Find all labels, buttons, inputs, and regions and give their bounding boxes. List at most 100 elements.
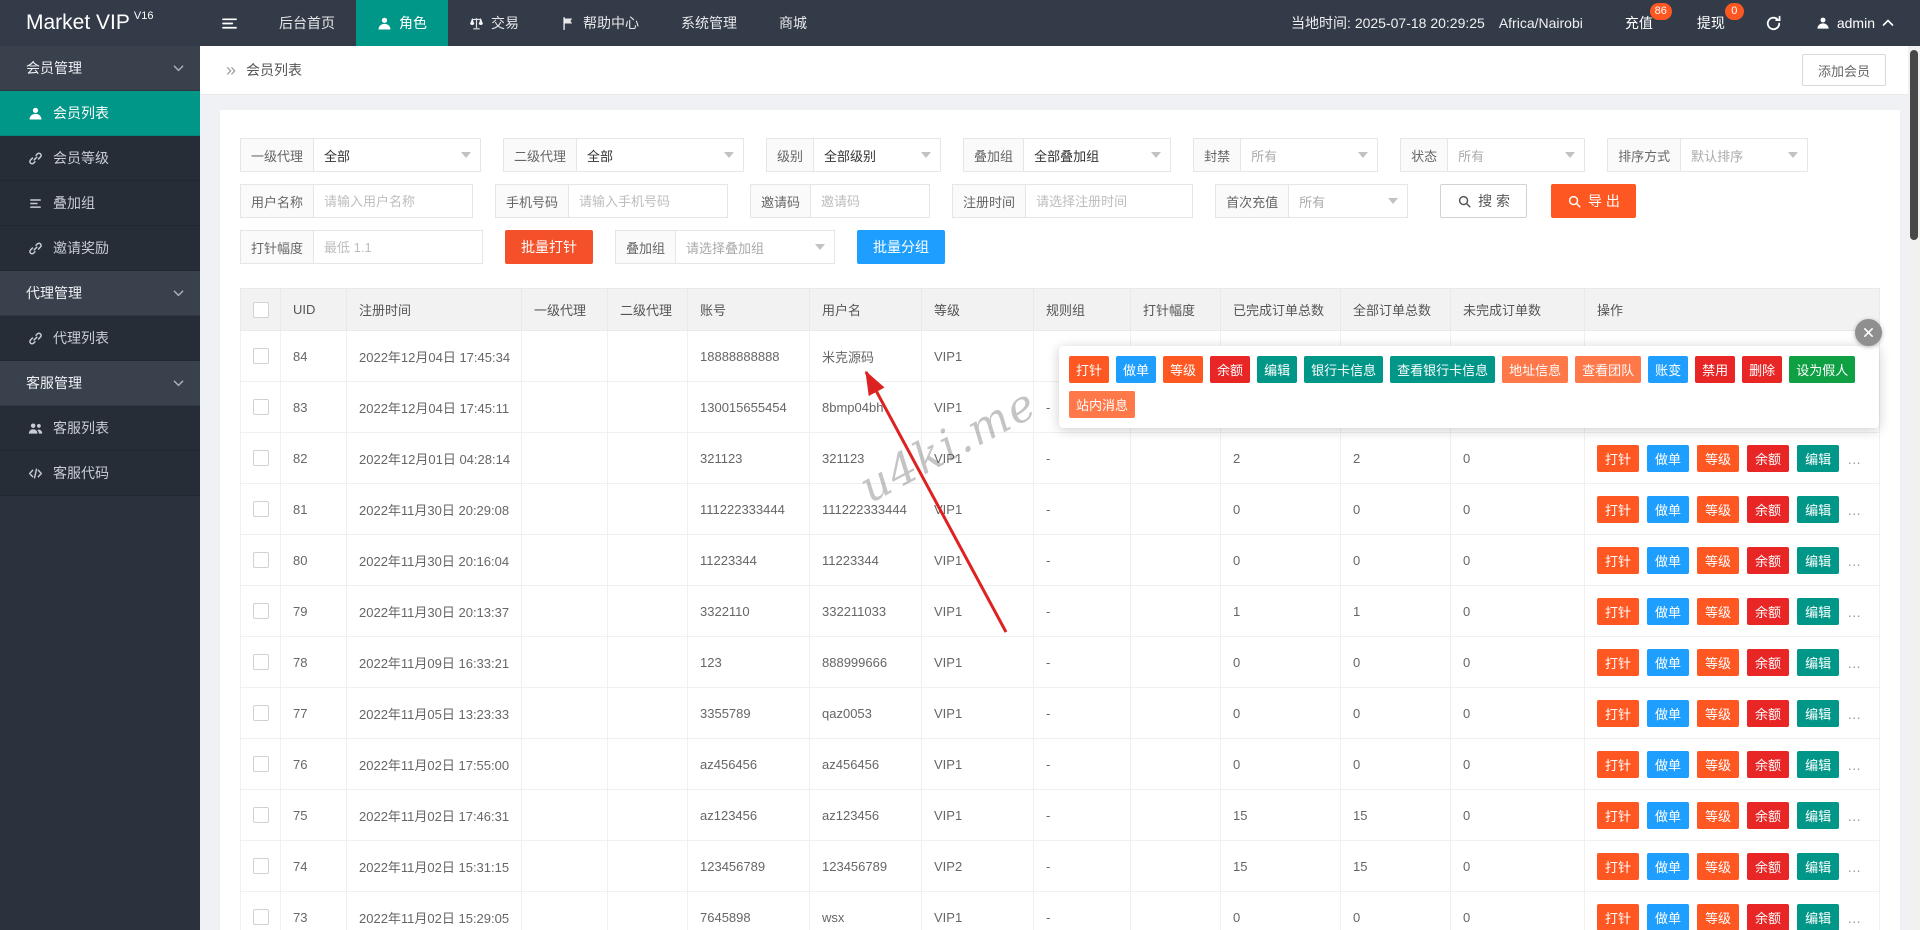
register-time-filter-input[interactable]	[1025, 184, 1194, 218]
hamburger-icon[interactable]	[200, 0, 258, 46]
popup-action-编辑[interactable]: 编辑	[1257, 356, 1298, 383]
filter-select-排序方式[interactable]: 默认排序	[1680, 138, 1809, 172]
sidebar-group-会员管理[interactable]: 会员管理	[0, 46, 200, 91]
row-action-打针[interactable]: 打针	[1597, 903, 1640, 930]
row-action-等级[interactable]: 等级	[1697, 903, 1740, 930]
row-action-等级[interactable]: 等级	[1697, 597, 1740, 625]
sidebar-group-代理管理[interactable]: 代理管理	[0, 271, 200, 316]
row-action-打针[interactable]: 打针	[1597, 597, 1640, 625]
row-checkbox[interactable]	[252, 501, 269, 518]
row-more-actions[interactable]: …	[1847, 553, 1863, 569]
sidebar-item-叠加组[interactable]: 叠加组	[0, 181, 200, 226]
row-action-打针[interactable]: 打针	[1597, 801, 1640, 829]
row-action-打针[interactable]: 打针	[1597, 495, 1640, 523]
row-action-打针[interactable]: 打针	[1597, 444, 1640, 472]
row-action-余额[interactable]: 余额	[1747, 801, 1790, 829]
row-action-做单[interactable]: 做单	[1647, 699, 1690, 727]
row-more-actions[interactable]: …	[1847, 604, 1863, 620]
sidebar-item-会员等级[interactable]: 会员等级	[0, 136, 200, 181]
withdraw-button[interactable]: 提现 0	[1675, 0, 1747, 46]
popup-action-账变[interactable]: 账变	[1648, 356, 1689, 383]
row-action-做单[interactable]: 做单	[1647, 546, 1690, 574]
export-button[interactable]: 导 出	[1550, 184, 1636, 218]
row-checkbox[interactable]	[252, 807, 269, 824]
filter-select-二级代理[interactable]: 全部	[576, 138, 745, 172]
admin-menu[interactable]: admin	[1800, 0, 1920, 46]
row-action-余额[interactable]: 余额	[1747, 597, 1790, 625]
row-action-做单[interactable]: 做单	[1647, 750, 1690, 778]
add-member-button[interactable]: 添加会员	[1801, 54, 1886, 86]
row-action-编辑[interactable]: 编辑	[1797, 903, 1840, 930]
row-action-做单[interactable]: 做单	[1647, 903, 1690, 930]
sidebar-item-客服代码[interactable]: 客服代码	[0, 451, 200, 496]
filter-select-叠加组[interactable]: 全部叠加组	[1023, 138, 1172, 172]
sidebar-item-客服列表[interactable]: 客服列表	[0, 406, 200, 451]
popup-action-站内消息[interactable]: 站内消息	[1069, 391, 1136, 418]
row-action-余额[interactable]: 余额	[1747, 750, 1790, 778]
filter-select-首次充值[interactable]: 所有	[1288, 184, 1409, 218]
row-action-编辑[interactable]: 编辑	[1797, 852, 1840, 880]
row-action-打针[interactable]: 打针	[1597, 750, 1640, 778]
popup-action-余额[interactable]: 余额	[1210, 356, 1251, 383]
close-icon[interactable]	[1855, 319, 1882, 346]
popup-action-地址信息[interactable]: 地址信息	[1502, 356, 1569, 383]
row-checkbox[interactable]	[252, 348, 269, 365]
row-action-编辑[interactable]: 编辑	[1797, 699, 1840, 727]
invite-code-filter-input[interactable]	[810, 184, 931, 218]
top-menu-item-2[interactable]: 角色	[356, 0, 448, 46]
filter-select-状态[interactable]: 所有	[1447, 138, 1586, 172]
row-action-等级[interactable]: 等级	[1697, 648, 1740, 676]
popup-action-删除[interactable]: 删除	[1742, 356, 1783, 383]
row-action-打针[interactable]: 打针	[1597, 648, 1640, 676]
row-action-做单[interactable]: 做单	[1647, 597, 1690, 625]
row-action-余额[interactable]: 余额	[1747, 852, 1790, 880]
popup-action-做单[interactable]: 做单	[1116, 356, 1157, 383]
popup-action-打针[interactable]: 打针	[1069, 356, 1110, 383]
row-checkbox[interactable]	[252, 603, 269, 620]
row-action-余额[interactable]: 余额	[1747, 495, 1790, 523]
filter-select-级别[interactable]: 全部级别	[813, 138, 942, 172]
row-action-余额[interactable]: 余额	[1747, 699, 1790, 727]
sidebar-item-邀请奖励[interactable]: 邀请奖励	[0, 226, 200, 271]
top-menu-item-3[interactable]: 交易	[448, 0, 540, 46]
search-button[interactable]: 搜 索	[1440, 184, 1527, 218]
row-action-等级[interactable]: 等级	[1697, 546, 1740, 574]
scrollbar-thumb[interactable]	[1910, 50, 1918, 240]
popup-action-银行卡信息[interactable]: 银行卡信息	[1304, 356, 1384, 383]
inject-range-input[interactable]	[313, 230, 484, 264]
row-action-等级[interactable]: 等级	[1697, 495, 1740, 523]
top-menu-item-5[interactable]: 系统管理	[660, 0, 758, 46]
row-checkbox[interactable]	[252, 654, 269, 671]
username-filter-input[interactable]	[313, 184, 474, 218]
row-more-actions[interactable]: …	[1847, 655, 1863, 671]
row-action-等级[interactable]: 等级	[1697, 750, 1740, 778]
row-more-actions[interactable]: …	[1847, 706, 1863, 722]
row-action-编辑[interactable]: 编辑	[1797, 801, 1840, 829]
select-all-checkbox[interactable]	[252, 301, 269, 318]
row-checkbox[interactable]	[252, 450, 269, 467]
popup-action-禁用[interactable]: 禁用	[1695, 356, 1736, 383]
recharge-button[interactable]: 充值 86	[1603, 0, 1675, 46]
row-more-actions[interactable]: …	[1847, 451, 1863, 467]
sidebar-group-客服管理[interactable]: 客服管理	[0, 361, 200, 406]
row-action-余额[interactable]: 余额	[1747, 903, 1790, 930]
row-more-actions[interactable]: …	[1847, 808, 1863, 824]
row-action-编辑[interactable]: 编辑	[1797, 546, 1840, 574]
row-action-打针[interactable]: 打针	[1597, 546, 1640, 574]
row-more-actions[interactable]: …	[1847, 910, 1863, 926]
row-action-余额[interactable]: 余额	[1747, 546, 1790, 574]
row-action-等级[interactable]: 等级	[1697, 444, 1740, 472]
batch-group-button[interactable]: 批量分组	[857, 230, 946, 264]
phone-filter-input[interactable]	[568, 184, 729, 218]
popup-action-设为假人[interactable]: 设为假人	[1789, 356, 1856, 383]
sidebar-item-代理列表[interactable]: 代理列表	[0, 316, 200, 361]
row-action-做单[interactable]: 做单	[1647, 801, 1690, 829]
row-action-打针[interactable]: 打针	[1597, 699, 1640, 727]
row-action-余额[interactable]: 余额	[1747, 444, 1790, 472]
row-action-打针[interactable]: 打针	[1597, 852, 1640, 880]
filter-select-一级代理[interactable]: 全部	[313, 138, 482, 172]
row-checkbox[interactable]	[252, 858, 269, 875]
popup-action-查看银行卡信息[interactable]: 查看银行卡信息	[1390, 356, 1496, 383]
top-menu-item-4[interactable]: 帮助中心	[540, 0, 660, 46]
row-action-编辑[interactable]: 编辑	[1797, 750, 1840, 778]
